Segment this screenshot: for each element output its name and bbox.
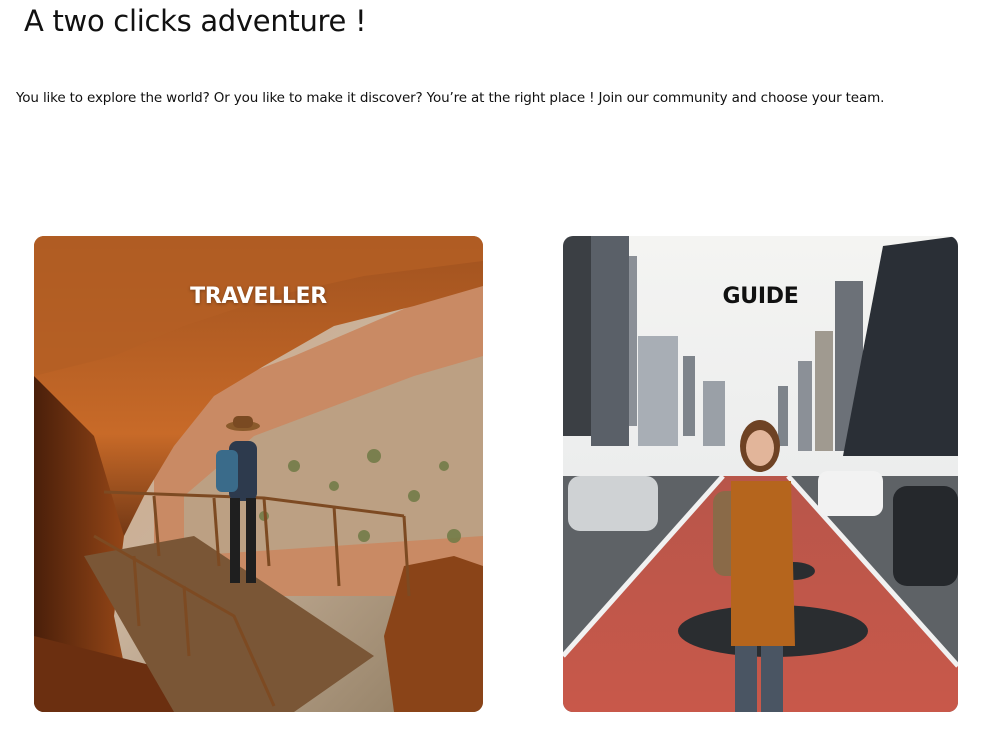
page: A two clicks adventure ! You like to exp…: [0, 0, 994, 733]
guide-label: GUIDE: [722, 284, 799, 309]
traveller-card[interactable]: TRAVELLER: [34, 236, 483, 712]
intro-text: You like to explore the world? Or you li…: [16, 90, 885, 106]
page-title: A two clicks adventure !: [24, 4, 367, 38]
guide-card[interactable]: GUIDE: [563, 236, 958, 712]
traveller-label: TRAVELLER: [190, 284, 327, 309]
